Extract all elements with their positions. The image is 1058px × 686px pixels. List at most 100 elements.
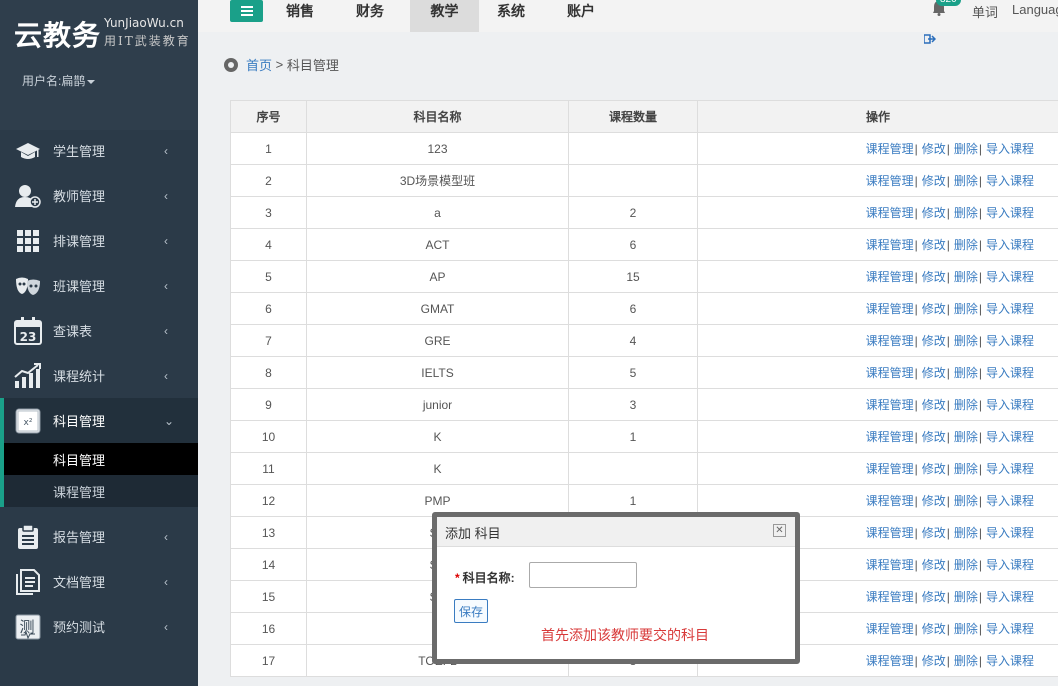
- table-row: 7 GRE 4 课程管理| 修改| 删除| 导入课程: [230, 324, 1058, 357]
- manage-courses-link[interactable]: 课程管理: [866, 590, 914, 604]
- sidebar-item-teachers[interactable]: 教师管理 ‹: [0, 173, 198, 218]
- delete-link[interactable]: 删除: [954, 334, 978, 348]
- delete-link[interactable]: 删除: [954, 302, 978, 316]
- edit-link[interactable]: 修改: [922, 366, 946, 380]
- sidebar-item-timetable[interactable]: 23 查课表 ‹: [0, 308, 198, 353]
- sidebar-subitem-subjects[interactable]: 科目管理: [4, 443, 198, 475]
- import-courses-link[interactable]: 导入课程: [986, 622, 1034, 636]
- edit-link[interactable]: 修改: [922, 622, 946, 636]
- manage-courses-link[interactable]: 课程管理: [866, 142, 914, 156]
- import-courses-link[interactable]: 导入课程: [986, 302, 1034, 316]
- edit-link[interactable]: 修改: [922, 206, 946, 220]
- delete-link[interactable]: 删除: [954, 206, 978, 220]
- sidebar-item-reports[interactable]: 报告管理 ‹: [0, 514, 198, 559]
- close-icon[interactable]: ✕: [773, 524, 786, 537]
- edit-link[interactable]: 修改: [922, 142, 946, 156]
- delete-link[interactable]: 删除: [954, 398, 978, 412]
- edit-link[interactable]: 修改: [922, 398, 946, 412]
- cell-course-count: 4: [568, 324, 698, 357]
- import-courses-link[interactable]: 导入课程: [986, 526, 1034, 540]
- manage-courses-link[interactable]: 课程管理: [866, 174, 914, 188]
- edit-link[interactable]: 修改: [922, 430, 946, 444]
- tab-sales[interactable]: 销售: [270, 0, 330, 32]
- delete-link[interactable]: 删除: [954, 558, 978, 572]
- import-courses-link[interactable]: 导入课程: [986, 142, 1034, 156]
- sign-out-icon[interactable]: [923, 34, 937, 47]
- manage-courses-link[interactable]: 课程管理: [866, 430, 914, 444]
- manage-courses-link[interactable]: 课程管理: [866, 206, 914, 220]
- vocabulary-link[interactable]: 单词: [972, 2, 998, 21]
- import-courses-link[interactable]: 导入课程: [986, 654, 1034, 668]
- manage-courses-link[interactable]: 课程管理: [866, 302, 914, 316]
- import-courses-link[interactable]: 导入课程: [986, 334, 1034, 348]
- sidebar-item-course-stats[interactable]: 课程统计 ‹: [0, 353, 198, 398]
- delete-link[interactable]: 删除: [954, 270, 978, 284]
- import-courses-link[interactable]: 导入课程: [986, 494, 1034, 508]
- edit-link[interactable]: 修改: [922, 238, 946, 252]
- manage-courses-link[interactable]: 课程管理: [866, 526, 914, 540]
- delete-link[interactable]: 删除: [954, 654, 978, 668]
- edit-link[interactable]: 修改: [922, 462, 946, 476]
- delete-link[interactable]: 删除: [954, 462, 978, 476]
- delete-link[interactable]: 删除: [954, 366, 978, 380]
- import-courses-link[interactable]: 导入课程: [986, 366, 1034, 380]
- language-link[interactable]: Language: [1012, 2, 1058, 17]
- manage-courses-link[interactable]: 课程管理: [866, 270, 914, 284]
- manage-courses-link[interactable]: 课程管理: [866, 494, 914, 508]
- delete-link[interactable]: 删除: [954, 174, 978, 188]
- manage-courses-link[interactable]: 课程管理: [866, 462, 914, 476]
- tab-teaching[interactable]: 教学: [410, 0, 479, 32]
- manage-courses-link[interactable]: 课程管理: [866, 238, 914, 252]
- sidebar-item-scheduling[interactable]: 排课管理 ‹: [0, 218, 198, 263]
- delete-link[interactable]: 删除: [954, 430, 978, 444]
- breadcrumb-home-link[interactable]: 首页: [246, 55, 272, 74]
- delete-link[interactable]: 删除: [954, 526, 978, 540]
- action-separator: |: [946, 302, 950, 316]
- sidebar-subitem-courses[interactable]: 课程管理: [0, 475, 198, 507]
- edit-link[interactable]: 修改: [922, 270, 946, 284]
- edit-link[interactable]: 修改: [922, 494, 946, 508]
- edit-link[interactable]: 修改: [922, 526, 946, 540]
- import-courses-link[interactable]: 导入课程: [986, 238, 1034, 252]
- manage-courses-link[interactable]: 课程管理: [866, 654, 914, 668]
- import-courses-link[interactable]: 导入课程: [986, 558, 1034, 572]
- tab-system[interactable]: 系统: [481, 0, 541, 32]
- edit-link[interactable]: 修改: [922, 334, 946, 348]
- import-courses-link[interactable]: 导入课程: [986, 174, 1034, 188]
- subject-name-input[interactable]: [529, 562, 637, 588]
- import-courses-link[interactable]: 导入课程: [986, 206, 1034, 220]
- tab-finance[interactable]: 财务: [340, 0, 400, 32]
- edit-link[interactable]: 修改: [922, 590, 946, 604]
- delete-link[interactable]: 删除: [954, 622, 978, 636]
- delete-link[interactable]: 删除: [954, 590, 978, 604]
- sidebar-item-students[interactable]: 学生管理 ‹: [0, 128, 198, 173]
- tab-account[interactable]: 账户: [551, 0, 611, 32]
- delete-link[interactable]: 删除: [954, 238, 978, 252]
- delete-link[interactable]: 删除: [954, 142, 978, 156]
- sidebar-item-documents[interactable]: 文档管理 ‹: [0, 559, 198, 604]
- edit-link[interactable]: 修改: [922, 302, 946, 316]
- manage-courses-link[interactable]: 课程管理: [866, 398, 914, 412]
- import-courses-link[interactable]: 导入课程: [986, 590, 1034, 604]
- sidebar-item-classes[interactable]: 班课管理 ‹: [0, 263, 198, 308]
- import-courses-link[interactable]: 导入课程: [986, 462, 1034, 476]
- import-courses-link[interactable]: 导入课程: [986, 270, 1034, 284]
- save-button[interactable]: 保存: [454, 599, 488, 623]
- manage-courses-link[interactable]: 课程管理: [866, 622, 914, 636]
- manage-courses-link[interactable]: 课程管理: [866, 558, 914, 572]
- sidebar-item-booking-test[interactable]: 测 预约测试 ‹: [0, 604, 198, 649]
- cell-actions: 课程管理| 修改| 删除| 导入课程: [697, 164, 1058, 197]
- action-separator: |: [946, 462, 950, 476]
- sidebar-item-subjects[interactable]: x² 科目管理 ⌄: [0, 398, 198, 443]
- edit-link[interactable]: 修改: [922, 174, 946, 188]
- edit-link[interactable]: 修改: [922, 558, 946, 572]
- sidebar-submenu: 科目管理 课程管理: [0, 443, 198, 507]
- delete-link[interactable]: 删除: [954, 494, 978, 508]
- user-dropdown[interactable]: 用户名:扁鹊: [22, 72, 96, 89]
- import-courses-link[interactable]: 导入课程: [986, 398, 1034, 412]
- edit-link[interactable]: 修改: [922, 654, 946, 668]
- menu-toggle-button[interactable]: [230, 0, 263, 22]
- manage-courses-link[interactable]: 课程管理: [866, 366, 914, 380]
- manage-courses-link[interactable]: 课程管理: [866, 334, 914, 348]
- import-courses-link[interactable]: 导入课程: [986, 430, 1034, 444]
